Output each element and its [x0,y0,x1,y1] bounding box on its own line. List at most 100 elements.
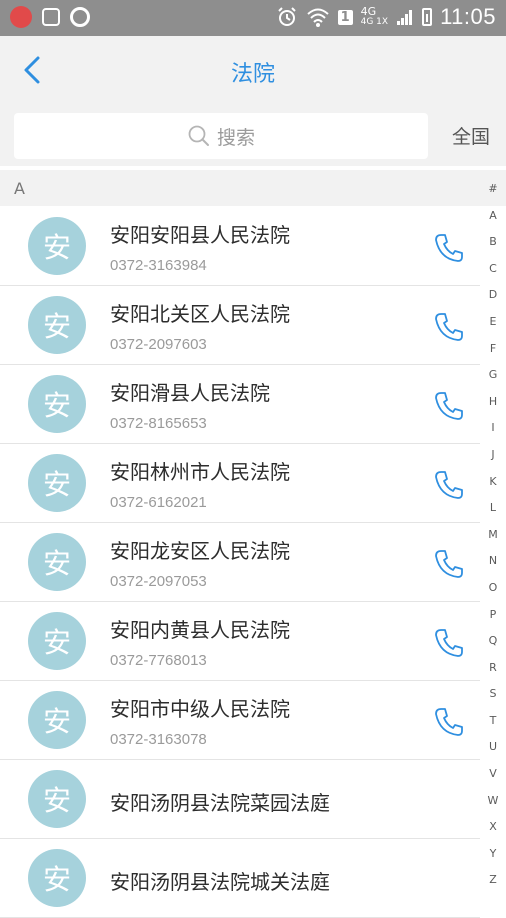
app-box-icon [42,8,60,26]
phone-icon [435,313,463,341]
call-button[interactable] [432,705,466,739]
index-letter[interactable]: # [480,176,506,203]
index-letter[interactable]: S [480,681,506,708]
avatar: 安 [28,691,86,749]
court-phone: 0372-6162021 [110,494,207,511]
index-letter[interactable]: H [480,389,506,416]
battery-icon [422,8,433,26]
index-letter[interactable]: K [480,469,506,496]
court-name: 安阳内黄县人民法院 [110,618,290,642]
notification-icons [10,6,90,28]
list-item[interactable]: 安安阳林州市人民法院 0372-6162021 [0,444,480,523]
court-list: 安安阳安阳县人民法院 0372-3163984 安安阳北关区人民法院 0372-209… [0,207,480,918]
court-name: 安阳汤阴县法院城关法庭 [110,870,330,894]
section-header: A [0,170,506,206]
index-letter[interactable]: F [480,336,506,363]
call-button[interactable] [432,310,466,344]
list-item[interactable]: 安安阳北关区人民法院 0372-2097603 [0,286,480,365]
avatar: 安 [28,533,86,591]
region-selector-button[interactable]: 全国 [452,122,490,149]
court-phone: 0372-2097603 [110,336,207,353]
app-notification-icon [10,6,32,28]
phone-icon [435,550,463,578]
court-name: 安阳市中级人民法院 [110,697,290,721]
page-title: 法院 [230,62,275,87]
index-letter[interactable]: O [480,575,506,602]
court-phone: 0372-2097053 [110,573,207,590]
index-letter[interactable]: E [480,309,506,336]
search-input[interactable]: 搜索 [14,113,428,159]
index-letter[interactable]: Q [480,628,506,655]
avatar: 安 [28,296,86,354]
network-type: 4G 4G 1X [361,6,388,28]
index-letter[interactable]: P [480,602,506,629]
system-icons: 1 4G 4G 1X 11:05 [276,4,496,30]
court-name: 安阳滑县人民法院 [110,381,270,405]
index-letter[interactable]: Z [480,867,506,894]
index-letter[interactable]: D [480,282,506,309]
court-phone: 0372-8165653 [110,415,207,432]
sim-indicator: 1 [337,9,353,25]
clock: 11:05 [440,4,496,29]
index-letter[interactable]: G [480,362,506,389]
alphabet-index-bar[interactable]: # A B C D E F G H I J K L M N O P Q R S T U V W X Y Z [480,176,506,900]
call-button[interactable] [432,468,466,502]
index-letter[interactable]: M [480,522,506,549]
network-type-top: 4G [360,5,377,18]
call-button[interactable] [432,231,466,265]
court-name: 安阳龙安区人民法院 [110,539,290,563]
index-letter[interactable]: T [480,708,506,735]
list-item[interactable]: 安安阳滑县人民法院 0372-8165653 [0,365,480,444]
status-bar: 1 4G 4G 1X 11:05 [0,0,506,36]
phone-icon [435,392,463,420]
court-name: 安阳北关区人民法院 [110,302,290,326]
search-icon [188,125,209,146]
list-item[interactable]: 安安阳内黄县人民法院 0372-7768013 [0,602,480,681]
list-item[interactable]: 安安阳安阳县人民法院 0372-3163984 [0,207,480,286]
index-letter[interactable]: N [480,548,506,575]
index-letter[interactable]: C [480,256,506,283]
index-letter[interactable]: Y [480,841,506,868]
list-item[interactable]: 安安阳汤阴县法院菜园法庭 [0,760,480,839]
call-button[interactable] [432,626,466,660]
phone-icon [435,629,463,657]
index-letter[interactable]: J [480,442,506,469]
index-letter[interactable]: I [480,415,506,442]
court-name: 安阳安阳县人民法院 [110,223,290,247]
index-letter[interactable]: A [480,203,506,230]
avatar: 安 [28,375,86,433]
wifi-icon [306,8,329,27]
phone-icon [435,234,463,262]
phone-icon [435,708,463,736]
index-letter[interactable]: R [480,655,506,682]
index-letter[interactable]: U [480,734,506,761]
search-placeholder: 搜索 [216,126,255,149]
call-button[interactable] [432,389,466,423]
avatar: 安 [28,454,86,512]
app-ring-icon [70,7,90,27]
court-phone: 0372-7768013 [110,652,207,669]
court-name: 安阳汤阴县法院菜园法庭 [110,791,330,815]
court-name: 安阳林州市人民法院 [110,460,290,484]
index-letter[interactable]: B [480,229,506,256]
app-header: 法院 [0,36,506,106]
signal-icon [397,10,413,25]
court-phone: 0372-3163078 [110,731,207,748]
avatar: 安 [28,770,86,828]
index-letter[interactable]: V [480,761,506,788]
list-item[interactable]: 安安阳市中级人民法院 0372-3163078 [0,681,480,760]
alarm-icon [277,7,296,26]
index-letter[interactable]: X [480,814,506,841]
list-item[interactable]: 安安阳汤阴县法院城关法庭 [0,839,480,918]
avatar: 安 [28,217,86,275]
network-type-bottom: 4G 1X [360,17,389,27]
call-button[interactable] [432,547,466,581]
search-bar: 搜索 全国 [0,106,506,166]
index-letter[interactable]: L [480,495,506,522]
index-letter[interactable]: W [480,788,506,815]
avatar: 安 [28,612,86,670]
court-phone: 0372-3163984 [110,257,207,274]
list-item[interactable]: 安安阳龙安区人民法院 0372-2097053 [0,523,480,602]
section-letter: A [14,179,25,198]
avatar: 安 [28,849,86,907]
